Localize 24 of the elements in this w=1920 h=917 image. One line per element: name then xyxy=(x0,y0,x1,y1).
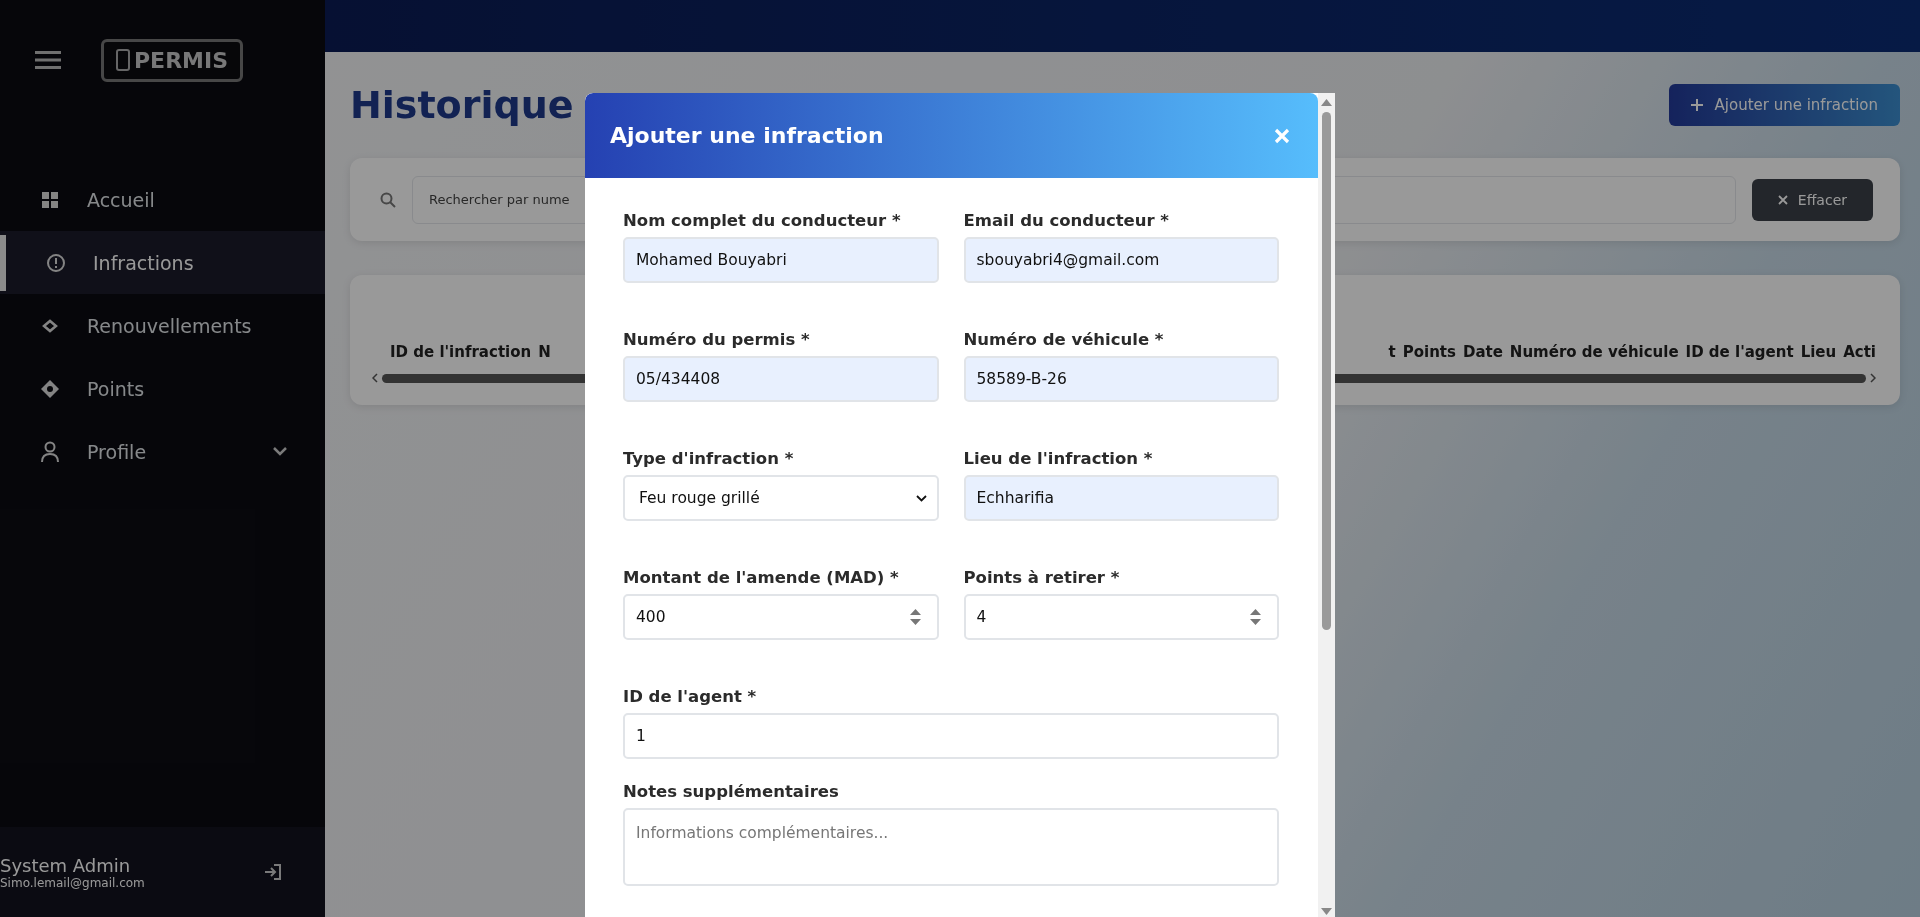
page-title: Historique xyxy=(350,83,574,127)
field-label: Nom complet du conducteur * xyxy=(623,211,902,230)
field-label: Points à retirer * xyxy=(963,568,1121,587)
field-label: Email du conducteur * xyxy=(963,211,1170,230)
field-label: Lieu de l'infraction * xyxy=(963,449,1154,468)
column-header: ID de l'infraction xyxy=(390,343,532,361)
field-label: Type d'infraction * xyxy=(623,449,795,468)
field-label: Numéro du permis * xyxy=(623,330,811,349)
dialog-title: Ajouter une infraction xyxy=(610,123,884,148)
column-header: Acti xyxy=(1843,343,1876,361)
column-header: t xyxy=(1388,343,1396,361)
field-label: ID de l'agent * xyxy=(623,687,758,706)
field-label: Numéro de véhicule * xyxy=(963,330,1165,349)
user-email: Simo.lemail@gmail.com xyxy=(0,875,145,890)
column-header: Date xyxy=(1462,343,1503,361)
column-header: Numéro de véhicule xyxy=(1509,343,1679,361)
user-name: System Admin xyxy=(0,854,132,876)
column-header: ID de l'agent xyxy=(1685,343,1794,361)
column-header: N xyxy=(538,343,551,361)
field-label: Montant de l'amende (MAD) * xyxy=(623,568,900,587)
column-header: Points xyxy=(1402,343,1456,361)
app-logo: PERMIS xyxy=(101,38,243,82)
field-label: Notes supplémentaires xyxy=(623,782,840,801)
column-header: Lieu xyxy=(1800,343,1837,361)
